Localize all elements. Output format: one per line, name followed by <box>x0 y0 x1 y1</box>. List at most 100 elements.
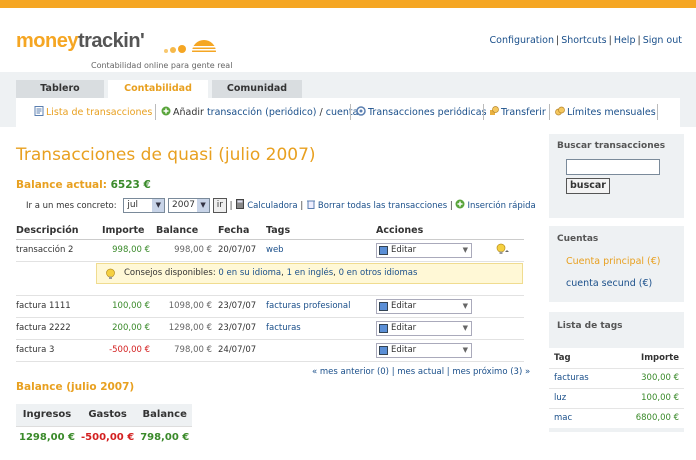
account-secondary-link[interactable]: cuenta secund (€) <box>566 278 652 289</box>
row-tag-link[interactable]: facturas <box>266 317 376 340</box>
row-balance: 798,00 € <box>156 339 218 362</box>
row-description: transacción 2 <box>16 239 102 262</box>
gastos-value: -500,00 € <box>81 431 135 443</box>
balance-actual: Balance actual: 6523 € <box>16 179 151 191</box>
shortcuts-link[interactable]: Shortcuts <box>561 35 606 46</box>
table-row: transacción 2 998,00 € 998,00 € 20/07/07… <box>16 239 524 262</box>
header-balance[interactable]: Balance <box>156 222 218 240</box>
edit-icon <box>379 301 388 311</box>
month-pager: « mes anterior (0) | mes actual | mes pr… <box>312 367 531 377</box>
chevron-down-icon: ▼ <box>197 199 210 212</box>
list-item: mac 6800,00 € <box>549 407 684 428</box>
row-tag-link[interactable]: web <box>266 239 376 262</box>
editar-dropdown[interactable]: Editar ▼ <box>376 320 472 336</box>
editar-dropdown[interactable]: Editar ▼ <box>376 242 472 258</box>
table-header-row: Descripción Importe Balance Fecha Tags A… <box>16 222 524 240</box>
go-button[interactable]: ir <box>212 198 227 213</box>
year-value: 2007 <box>172 200 195 210</box>
header-fecha[interactable]: Fecha <box>218 222 266 240</box>
month-bar-label: Ir a un mes concreto: <box>26 201 117 211</box>
balance-header: Balance <box>137 404 193 427</box>
editar-label: Editar <box>391 300 417 311</box>
subnav-limites[interactable]: Límites mensuales <box>555 106 656 118</box>
tag-amount: 100,00 € <box>606 387 684 408</box>
header-importe[interactable]: Importe <box>102 222 156 240</box>
calculadora-link[interactable]: Calculadora <box>247 201 297 211</box>
row-description: factura 3 <box>16 339 102 362</box>
header-descripcion[interactable]: Descripción <box>16 222 102 240</box>
row-importe: -500,00 € <box>102 339 156 362</box>
logo[interactable]: moneytrackin' <box>16 30 145 53</box>
row-fecha: 24/07/07 <box>218 339 266 362</box>
editar-label: Editar <box>391 344 417 355</box>
logo-money: money <box>16 30 78 52</box>
accounts-title: Cuentas <box>557 234 599 244</box>
row-fecha: 23/07/07 <box>218 295 266 318</box>
search-panel: Buscar transacciones buscar <box>549 134 684 218</box>
header: moneytrackin' Contabilidad online para g… <box>0 8 696 70</box>
gear-icon <box>356 106 366 116</box>
row-balance: 998,00 € <box>156 239 218 262</box>
edit-icon <box>379 323 388 333</box>
divider <box>483 104 484 120</box>
next-month-link[interactable]: mes próximo (3) » <box>452 367 530 377</box>
borrar-todas-link[interactable]: Borrar todas las transacciones <box>318 201 447 211</box>
subnav-transferir-label: Transferir <box>501 107 546 118</box>
help-link[interactable]: Help <box>614 35 636 46</box>
divider <box>350 104 351 120</box>
lightbulb-icon[interactable] <box>496 243 510 255</box>
row-description: factura 1111 <box>16 295 102 318</box>
tag-link[interactable]: mac <box>549 407 607 428</box>
subnav-lista-transacciones[interactable]: Lista de transacciones <box>34 106 152 118</box>
tab-contabilidad[interactable]: Contabilidad <box>108 80 208 98</box>
transactions-table: Descripción Importe Balance Fecha Tags A… <box>16 222 524 362</box>
tag-link[interactable]: facturas <box>549 367 607 388</box>
subnav-transferir[interactable]: Transferir <box>489 106 546 118</box>
chevron-down-icon: ▼ <box>462 345 468 354</box>
tags-header-importe: Importe <box>606 348 684 368</box>
previous-month-link[interactable]: « mes anterior (0) <box>312 367 389 377</box>
search-button[interactable]: buscar <box>566 178 610 194</box>
search-input[interactable] <box>566 159 660 175</box>
divider <box>155 104 156 120</box>
ingresos-header: Ingresos <box>16 404 78 427</box>
subnav-transaccion-link[interactable]: transacción (periódico) <box>207 107 317 118</box>
balance-actual-label: Balance actual: <box>16 179 107 191</box>
page-title: Transacciones de quasi (julio 2007) <box>16 145 316 165</box>
tips-other-languages-link[interactable]: 0 en otros idiomas <box>339 268 418 278</box>
tags-table: Tag Importe facturas 300,00 € luz 100,00… <box>549 348 684 428</box>
current-month-link[interactable]: mes actual <box>397 367 444 377</box>
subnav-periodicas[interactable]: Transacciones periódicas <box>356 106 487 118</box>
chevron-down-icon: ▼ <box>462 245 468 254</box>
tab-tablero[interactable]: Tablero <box>16 80 104 98</box>
insercion-rapida-link[interactable]: Inserción rápida <box>467 201 535 211</box>
search-title: Buscar transacciones <box>557 141 666 151</box>
subnav-anadir-label: Añadir <box>173 107 204 118</box>
editar-dropdown[interactable]: Editar ▼ <box>376 298 472 314</box>
row-tag-link[interactable]: facturas profesional <box>266 295 376 318</box>
year-select[interactable]: 2007 ▼ <box>168 198 211 213</box>
subnav-cuenta-link[interactable]: cuenta <box>326 107 359 118</box>
tag-amount: 300,00 € <box>606 367 684 388</box>
tagline: Contabilidad online para gente real <box>91 61 233 70</box>
row-tag-link[interactable] <box>266 339 376 362</box>
balance-value: 798,00 € <box>140 431 190 443</box>
tips-english-link[interactable]: 1 en inglés <box>287 268 334 278</box>
sign-out-link[interactable]: Sign out <box>643 35 682 46</box>
tab-comunidad[interactable]: Comunidad <box>212 80 302 98</box>
account-main-link[interactable]: Cuenta principal (€) <box>566 256 661 267</box>
trash-icon <box>306 200 315 209</box>
editar-dropdown[interactable]: Editar ▼ <box>376 342 472 358</box>
edit-icon <box>379 345 388 355</box>
tag-amount: 6800,00 € <box>606 407 684 428</box>
document-icon <box>34 106 44 116</box>
tips-own-language-link[interactable]: 0 en su idioma <box>218 268 281 278</box>
tag-link[interactable]: luz <box>549 387 607 408</box>
chevron-down-icon: ▼ <box>462 323 468 332</box>
configuration-link[interactable]: Configuration <box>490 35 554 46</box>
table-row: factura 3 -500,00 € 798,00 € 24/07/07 Ed… <box>16 339 524 362</box>
month-select[interactable]: jul ▼ <box>123 198 166 213</box>
tips-box: Consejos disponibles: 0 en su idioma, 1 … <box>96 263 523 284</box>
add-icon <box>161 106 171 116</box>
balance-summary-table: Ingresos Gastos Balance 1298,00 € -500,0… <box>16 404 193 448</box>
